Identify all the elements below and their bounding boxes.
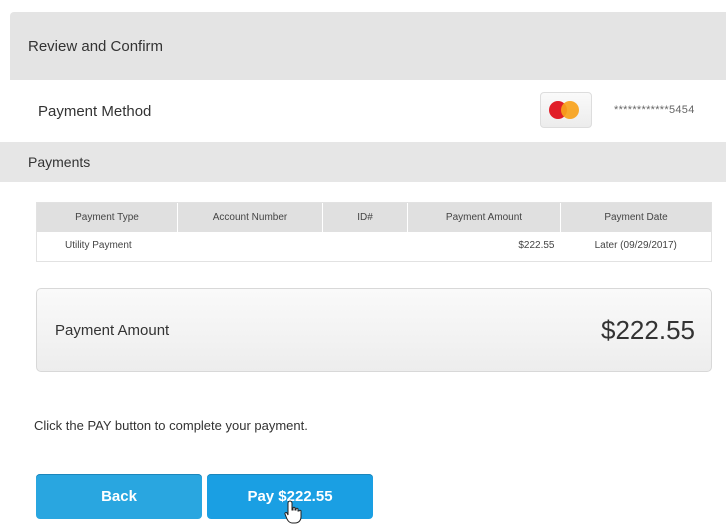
instructions-text: Click the PAY button to complete your pa… [34,418,308,433]
payment-amount-summary: Payment Amount $222.55 [36,288,712,372]
col-account-number: Account Number [177,203,323,232]
cell-payment-date: Later (09/29/2017) [594,240,677,251]
col-payment-type: Payment Type [37,203,178,232]
payment-method-row: Payment Method ************5454 [10,80,726,143]
mastercard-icon [540,92,592,128]
review-header: Review and Confirm [10,12,726,80]
payments-section-header: Payments [0,142,726,182]
cell-account-number [178,232,323,259]
summary-value: $222.55 [601,314,695,345]
table-header-row: Payment Type Account Number ID# Payment … [37,203,711,232]
payments-title: Payments [28,154,91,170]
col-id: ID# [322,203,408,232]
table-row: Utility Payment $222.55 Later (09/29/201… [37,232,711,259]
payment-method-label: Payment Method [38,102,152,120]
col-payment-date: Payment Date [560,203,711,232]
cell-payment-type: Utility Payment [65,240,132,251]
card-info: ************5454 [540,92,695,128]
payments-table: Payment Type Account Number ID# Payment … [36,202,712,262]
page-title: Review and Confirm [28,37,164,55]
masked-card-number: ************5454 [614,104,695,116]
summary-label: Payment Amount [55,321,170,339]
cell-payment-amount: $222.55 [518,240,555,251]
hand-cursor-icon [284,500,302,524]
back-button[interactable]: Back [36,474,202,519]
cell-id [323,232,408,259]
col-payment-amount: Payment Amount [407,203,561,232]
